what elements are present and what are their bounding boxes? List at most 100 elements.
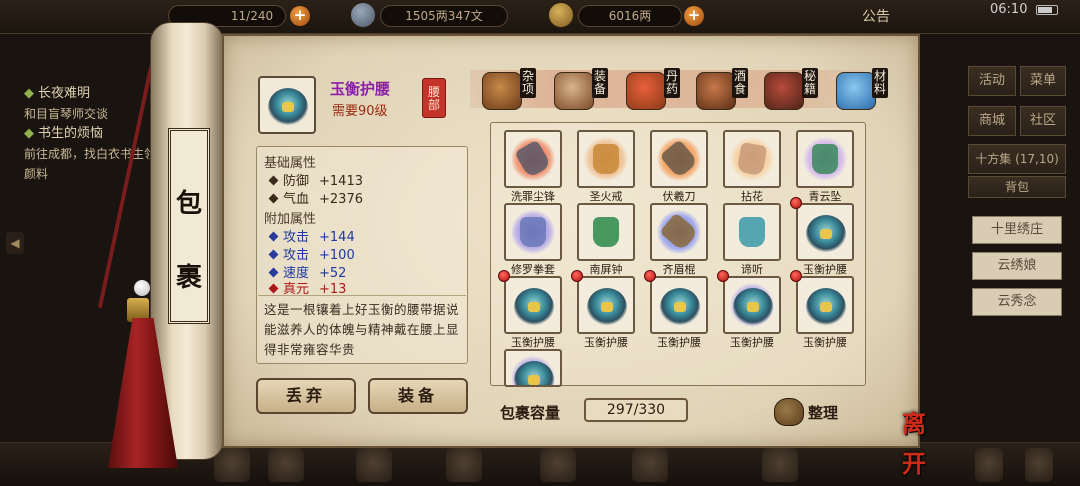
item-name: 玉衡护腰 — [330, 80, 391, 98]
silver-ingot-icon — [548, 2, 574, 28]
npc-button[interactable]: 云秀念 — [972, 288, 1062, 316]
belt-icon — [806, 215, 846, 253]
inventory-slot[interactable] — [796, 276, 854, 334]
clock: 06:10 — [990, 2, 1028, 17]
new-item-dot-icon — [498, 270, 510, 282]
inventory-slot[interactable] — [650, 130, 708, 188]
books-icon[interactable] — [764, 72, 804, 110]
item-description: 这是一根镶着上好玉衡的腰带据说能滋养人的体魄与精神戴在腰上显得非常雍容华贵 — [264, 302, 460, 357]
item-label: 伏羲刀 — [662, 190, 696, 203]
inventory-slot[interactable] — [650, 203, 708, 261]
tab-pills[interactable]: 丹药 — [664, 68, 680, 98]
inventory-slot[interactable] — [504, 349, 562, 387]
diamond-bullet-icon — [268, 175, 279, 186]
equip-button[interactable]: 装备 — [368, 378, 468, 414]
quest-title: 长夜难明 — [38, 86, 91, 101]
item-slot-badge: 腰部 — [422, 78, 446, 118]
pet-icon[interactable] — [268, 448, 304, 482]
notice-button[interactable]: 公告 — [862, 6, 890, 26]
mail-icon[interactable] — [1025, 448, 1053, 482]
add-bag-button[interactable]: + — [290, 6, 310, 26]
scroll-weapon-icon[interactable] — [554, 72, 594, 110]
inventory-slot[interactable] — [504, 130, 562, 188]
gang-icon[interactable] — [446, 448, 482, 482]
belt-icon — [806, 288, 846, 326]
tab-equipment[interactable]: 装备 — [592, 68, 608, 98]
copper-coin-icon — [350, 2, 376, 28]
diamond-icon: ◆ — [24, 86, 34, 101]
inventory-slot[interactable] — [650, 276, 708, 334]
diamond-bullet-icon — [268, 249, 279, 260]
jar-icon[interactable] — [482, 72, 522, 110]
copper-display: 1505两347文 — [380, 5, 508, 27]
team-icon[interactable] — [540, 448, 576, 482]
bag-tab-button[interactable]: 背包 — [968, 176, 1066, 198]
friend-icon[interactable] — [632, 448, 668, 482]
npc-button[interactable]: 十里绣庄 — [972, 216, 1062, 244]
mall-button[interactable]: 商城 — [968, 106, 1016, 136]
inventory-slot[interactable] — [723, 130, 781, 188]
wine-food-icon[interactable] — [696, 72, 736, 110]
tab-misc[interactable]: 杂项 — [520, 68, 536, 98]
new-item-dot-icon — [717, 270, 729, 282]
inventory-slot[interactable] — [504, 203, 562, 261]
new-item-dot-icon — [571, 270, 583, 282]
silver-display: 6016两 — [578, 5, 682, 27]
tassel-bead — [134, 280, 150, 296]
inventory-slot[interactable] — [796, 130, 854, 188]
tab-food[interactable]: 酒食 — [732, 68, 748, 98]
location-display[interactable]: 十方集 (17,10) — [968, 144, 1066, 174]
inventory-slot[interactable] — [723, 276, 781, 334]
belt-icon — [660, 288, 700, 326]
inventory-slot[interactable] — [796, 203, 854, 261]
item-label: 玉衡护腰 — [511, 336, 555, 349]
new-item-dot-icon — [790, 197, 802, 209]
crystal-icon[interactable] — [836, 72, 876, 110]
new-item-dot-icon — [644, 270, 656, 282]
tab-materials[interactable]: 材料 — [872, 68, 888, 98]
capacity-label: 包裹容量 — [500, 404, 561, 422]
attr-row: 攻击 +100 — [264, 244, 355, 263]
item-label: 玉衡护腰 — [730, 336, 774, 349]
discard-button[interactable]: 丢弃 — [256, 378, 356, 414]
inventory-slot[interactable] — [577, 276, 635, 334]
selected-item-slot[interactable] — [258, 76, 316, 134]
belt-icon — [268, 88, 308, 126]
item-label: 玉衡护腰 — [657, 336, 701, 349]
leave-button[interactable]: 离开 — [892, 404, 936, 478]
npc-button[interactable]: 云绣娘 — [972, 252, 1062, 280]
attr-label: 防御 — [283, 174, 310, 189]
divider — [258, 295, 466, 296]
inventory-slot[interactable] — [577, 203, 635, 261]
item-label: 洗罪尘锋 — [511, 190, 555, 203]
money-bag-icon[interactable] — [774, 398, 804, 426]
activity-button[interactable]: 活动 — [968, 66, 1016, 96]
community-button[interactable]: 社区 — [1020, 106, 1066, 136]
diamond-bullet-icon — [268, 267, 279, 278]
capacity-value: 297/330 — [584, 398, 688, 422]
location-name: 十方集 — [975, 152, 1012, 166]
belt-icon — [733, 288, 773, 326]
pills-icon[interactable] — [626, 72, 666, 110]
item-label: 玉衡护腰 — [584, 336, 628, 349]
chat-icon[interactable] — [975, 448, 1003, 482]
role-icon[interactable] — [214, 448, 250, 482]
attr-row: 攻击 +144 — [264, 226, 355, 245]
add-silver-button[interactable]: + — [684, 6, 704, 26]
tab-manuals[interactable]: 秘籍 — [802, 68, 818, 98]
bag-count-text: 11/240 — [230, 9, 274, 23]
sort-button[interactable]: 整理 — [808, 402, 838, 423]
scroll-title-char: 裹 — [175, 263, 202, 293]
skill-icon[interactable] — [356, 448, 392, 482]
settings-icon[interactable] — [762, 448, 798, 482]
bell-icon — [593, 217, 619, 247]
inventory-slot[interactable] — [723, 203, 781, 261]
inventory-slot[interactable] — [504, 276, 562, 334]
inventory-slot[interactable] — [577, 130, 635, 188]
scroll-title-plaque: 包 裹 — [168, 128, 210, 324]
attr-value: +144 — [319, 230, 355, 245]
collapse-quest-arrow-icon[interactable]: ◀ — [6, 232, 24, 254]
battery-icon — [1036, 5, 1058, 15]
diamond-bullet-icon — [268, 283, 279, 294]
menu-button[interactable]: 菜单 — [1020, 66, 1066, 96]
